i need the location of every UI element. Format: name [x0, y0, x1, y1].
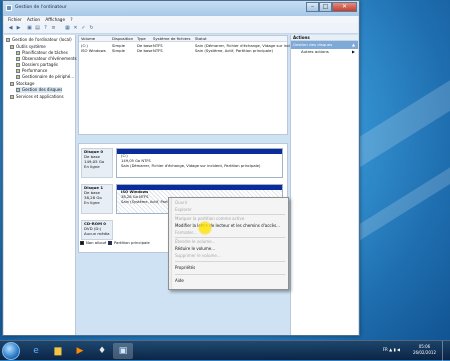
- menu-separator: [175, 214, 285, 215]
- context-menu-gutter: [169, 198, 172, 289]
- app-icon[interactable]: ♦: [93, 343, 111, 359]
- cursor-highlight: [198, 221, 212, 235]
- menu-item-shrink-volume[interactable]: Réduire le volume...: [175, 246, 215, 252]
- context-menu: Ouvrir Explorer Marquer la partition com…: [168, 197, 289, 290]
- unallocated-swatch-icon: [80, 240, 84, 245]
- storage-icon: [10, 81, 14, 86]
- explorer-icon[interactable]: ▆: [49, 343, 67, 359]
- language-indicator: FR: [382, 347, 388, 352]
- legend-primary: Partition principale: [108, 240, 150, 245]
- list-view-icon[interactable]: ≡: [50, 25, 57, 32]
- actions-more[interactable]: Autres actions ▶: [291, 49, 358, 55]
- menu-item-explore[interactable]: Explorer: [175, 207, 192, 213]
- console-tree-icon[interactable]: ▤: [34, 25, 41, 32]
- delete-icon[interactable]: ✕: [72, 25, 79, 32]
- col-status[interactable]: Statut: [195, 36, 207, 41]
- clock-date: 26/02/2012: [412, 350, 436, 355]
- menu-separator: [175, 274, 285, 275]
- menu-item-mark-active[interactable]: Marquer la partition comme active: [175, 216, 244, 222]
- system-tray[interactable]: FR ▲ ▮ ◀: [383, 347, 400, 352]
- menu-separator: [175, 261, 285, 262]
- computer-management-task-icon[interactable]: ▣: [113, 343, 133, 359]
- menu-action[interactable]: Action: [27, 16, 40, 23]
- col-volume[interactable]: Volume: [81, 36, 95, 41]
- console-tree: Gestion de l'ordinateur (local) Outils s…: [4, 35, 77, 335]
- toolbar: ◀ ▶ ▣ ▤ ? ≡ ▦ ✕ ✓ ↻: [4, 23, 358, 34]
- check-icon[interactable]: ✓: [80, 25, 87, 32]
- clock[interactable]: 05:06 26/02/2012: [413, 344, 436, 356]
- up-folder-icon[interactable]: ▣: [26, 25, 33, 32]
- primary-swatch-icon: [108, 240, 112, 245]
- menu-help[interactable]: ?: [70, 16, 72, 23]
- menu-item-format[interactable]: Formater...: [175, 230, 197, 236]
- menu-item-properties[interactable]: Propriétés: [175, 265, 195, 271]
- taskbar: e ▆ ▶ ♦ ▣ FR ▲ ▮ ◀ 05:06 26/02/2012: [0, 340, 450, 361]
- menu-item-delete-volume[interactable]: Supprimer le volume...: [175, 253, 221, 259]
- back-icon[interactable]: ◀: [7, 25, 14, 32]
- disk-icon: [16, 87, 20, 92]
- legend-unallocated: Non alloué: [80, 240, 106, 245]
- menu-affichage[interactable]: Affichage: [45, 16, 65, 23]
- performance-icon: [16, 68, 20, 73]
- actions-pane: Actions Gestion des disques ▲ Autres acti…: [290, 35, 358, 335]
- menu-item-change-drive-letter[interactable]: Modifier la lettre de lecteur et les che…: [175, 223, 280, 229]
- menu-bar: Fichier Action Affichage ?: [4, 16, 358, 23]
- forward-icon[interactable]: ▶: [15, 25, 22, 32]
- disk-0-label[interactable]: Disque 0 De base 149,05 Go En ligne: [81, 148, 113, 178]
- computer-icon: [6, 37, 10, 42]
- volume-list-header: Volume Disposition Type Système de fichi…: [79, 36, 287, 42]
- menu-item-open[interactable]: Ouvrir: [175, 200, 187, 206]
- col-type[interactable]: Type: [137, 36, 146, 41]
- collapse-icon: ▲: [352, 42, 355, 47]
- expand-arrow-icon: ▶: [352, 49, 355, 54]
- properties-icon[interactable]: ▦: [64, 25, 71, 32]
- menu-fichier[interactable]: Fichier: [8, 16, 22, 23]
- menu-item-help[interactable]: Aide: [175, 278, 184, 284]
- refresh-icon[interactable]: ↻: [88, 25, 95, 32]
- close-button[interactable]: ✕: [332, 2, 357, 12]
- col-filesystem[interactable]: Système de fichiers: [153, 36, 190, 41]
- help-icon[interactable]: ?: [42, 25, 49, 32]
- disk-1-label[interactable]: Disque 1 De base 38,28 Go En ligne: [81, 184, 113, 214]
- device-icon: [16, 74, 20, 79]
- tools-icon: [10, 44, 14, 49]
- menu-item-extend-volume[interactable]: Étendre le volume...: [175, 239, 215, 245]
- cdrom-0-label[interactable]: CD-ROM 0 DVD (D:) Aucun média: [81, 220, 113, 240]
- services-icon: [10, 94, 14, 99]
- event-icon: [16, 56, 20, 61]
- tree-node-services-apps[interactable]: Services et applications: [10, 94, 64, 100]
- media-player-icon[interactable]: ▶: [71, 343, 89, 359]
- show-desktop-button[interactable]: [442, 341, 450, 361]
- actions-disk-management[interactable]: Gestion des disques ▲: [291, 41, 358, 49]
- minimize-button[interactable]: –: [306, 2, 319, 12]
- col-layout[interactable]: Disposition: [112, 36, 133, 41]
- partition-c[interactable]: (C:) 149,05 Go NTFS Sain (Démarrer, Fich…: [116, 148, 283, 178]
- menu-separator: [175, 237, 285, 238]
- title-bar[interactable]: Gestion de l'ordinateur – □ ✕: [3, 1, 359, 16]
- ie-icon[interactable]: e: [27, 343, 45, 359]
- tree-node-disk-management[interactable]: Gestion des disques: [16, 87, 63, 93]
- tree-node-root[interactable]: Gestion de l'ordinateur (local): [6, 37, 72, 43]
- clock-icon: [16, 50, 20, 55]
- start-button[interactable]: [2, 342, 20, 360]
- tree-node-device-manager[interactable]: Gestionnaire de périphé...: [16, 74, 74, 80]
- app-icon: [6, 5, 12, 11]
- folder-icon: [16, 62, 20, 67]
- volume-list: Volume Disposition Type Système de fichi…: [78, 35, 294, 135]
- maximize-button[interactable]: □: [319, 2, 332, 12]
- window-title: Gestion de l'ordinateur: [15, 5, 67, 10]
